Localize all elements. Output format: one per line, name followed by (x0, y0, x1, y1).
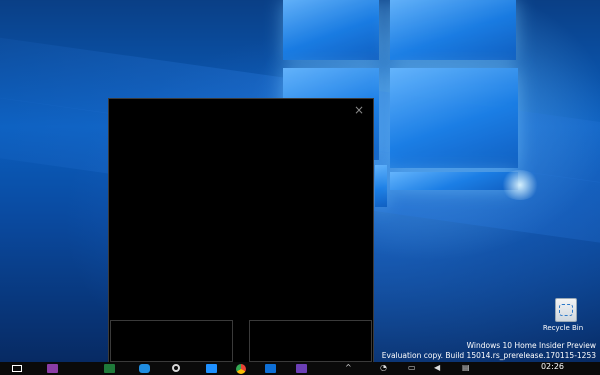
black-dialog-window: × (108, 98, 374, 363)
chrome-icon[interactable] (236, 364, 246, 374)
volume-icon[interactable]: ◀ (434, 363, 440, 372)
wallpaper-window-pane (390, 0, 516, 60)
watermark-line-edition: Windows 10 Home Insider Preview (466, 341, 596, 350)
network-icon[interactable]: ◔ (380, 363, 387, 372)
battery-icon[interactable]: ▭ (408, 363, 416, 372)
skype-blue-icon[interactable] (265, 364, 276, 373)
dialog-right-button[interactable] (249, 320, 372, 362)
close-icon[interactable]: × (352, 103, 366, 117)
skype-icon[interactable] (139, 364, 150, 373)
visual-studio-icon[interactable] (296, 364, 307, 373)
taskbar-clock[interactable]: 02:26 (541, 362, 564, 371)
keyboard-icon[interactable]: ▤ (462, 363, 470, 372)
wallpaper-window-pane (390, 68, 518, 168)
wallpaper-window-pane (390, 172, 518, 190)
wallpaper-glow (500, 170, 540, 200)
cortana-icon[interactable] (172, 364, 180, 372)
excel-icon[interactable] (104, 364, 115, 373)
wallpaper-window-pane (283, 0, 379, 60)
windows-start-icon[interactable] (12, 365, 22, 372)
recycle-bin-icon (555, 298, 577, 322)
build-watermark: Windows 10 Home Insider Preview Evaluati… (376, 341, 596, 361)
recycle-bin-label: Recycle Bin (542, 324, 584, 332)
recycle-bin[interactable]: Recycle Bin (543, 298, 586, 332)
tray-chevron-icon[interactable]: ^ (345, 363, 352, 372)
edge-icon[interactable] (206, 364, 217, 373)
dialog-left-button[interactable] (110, 320, 233, 362)
wallpaper-window-pane (375, 165, 387, 207)
watermark-line-build: Evaluation copy. Build 15014.rs_prerelea… (381, 351, 596, 360)
taskbar: ^ ◔ ▭ ◀ ▤ 02:26 (0, 362, 600, 375)
onenote-icon[interactable] (47, 364, 58, 373)
